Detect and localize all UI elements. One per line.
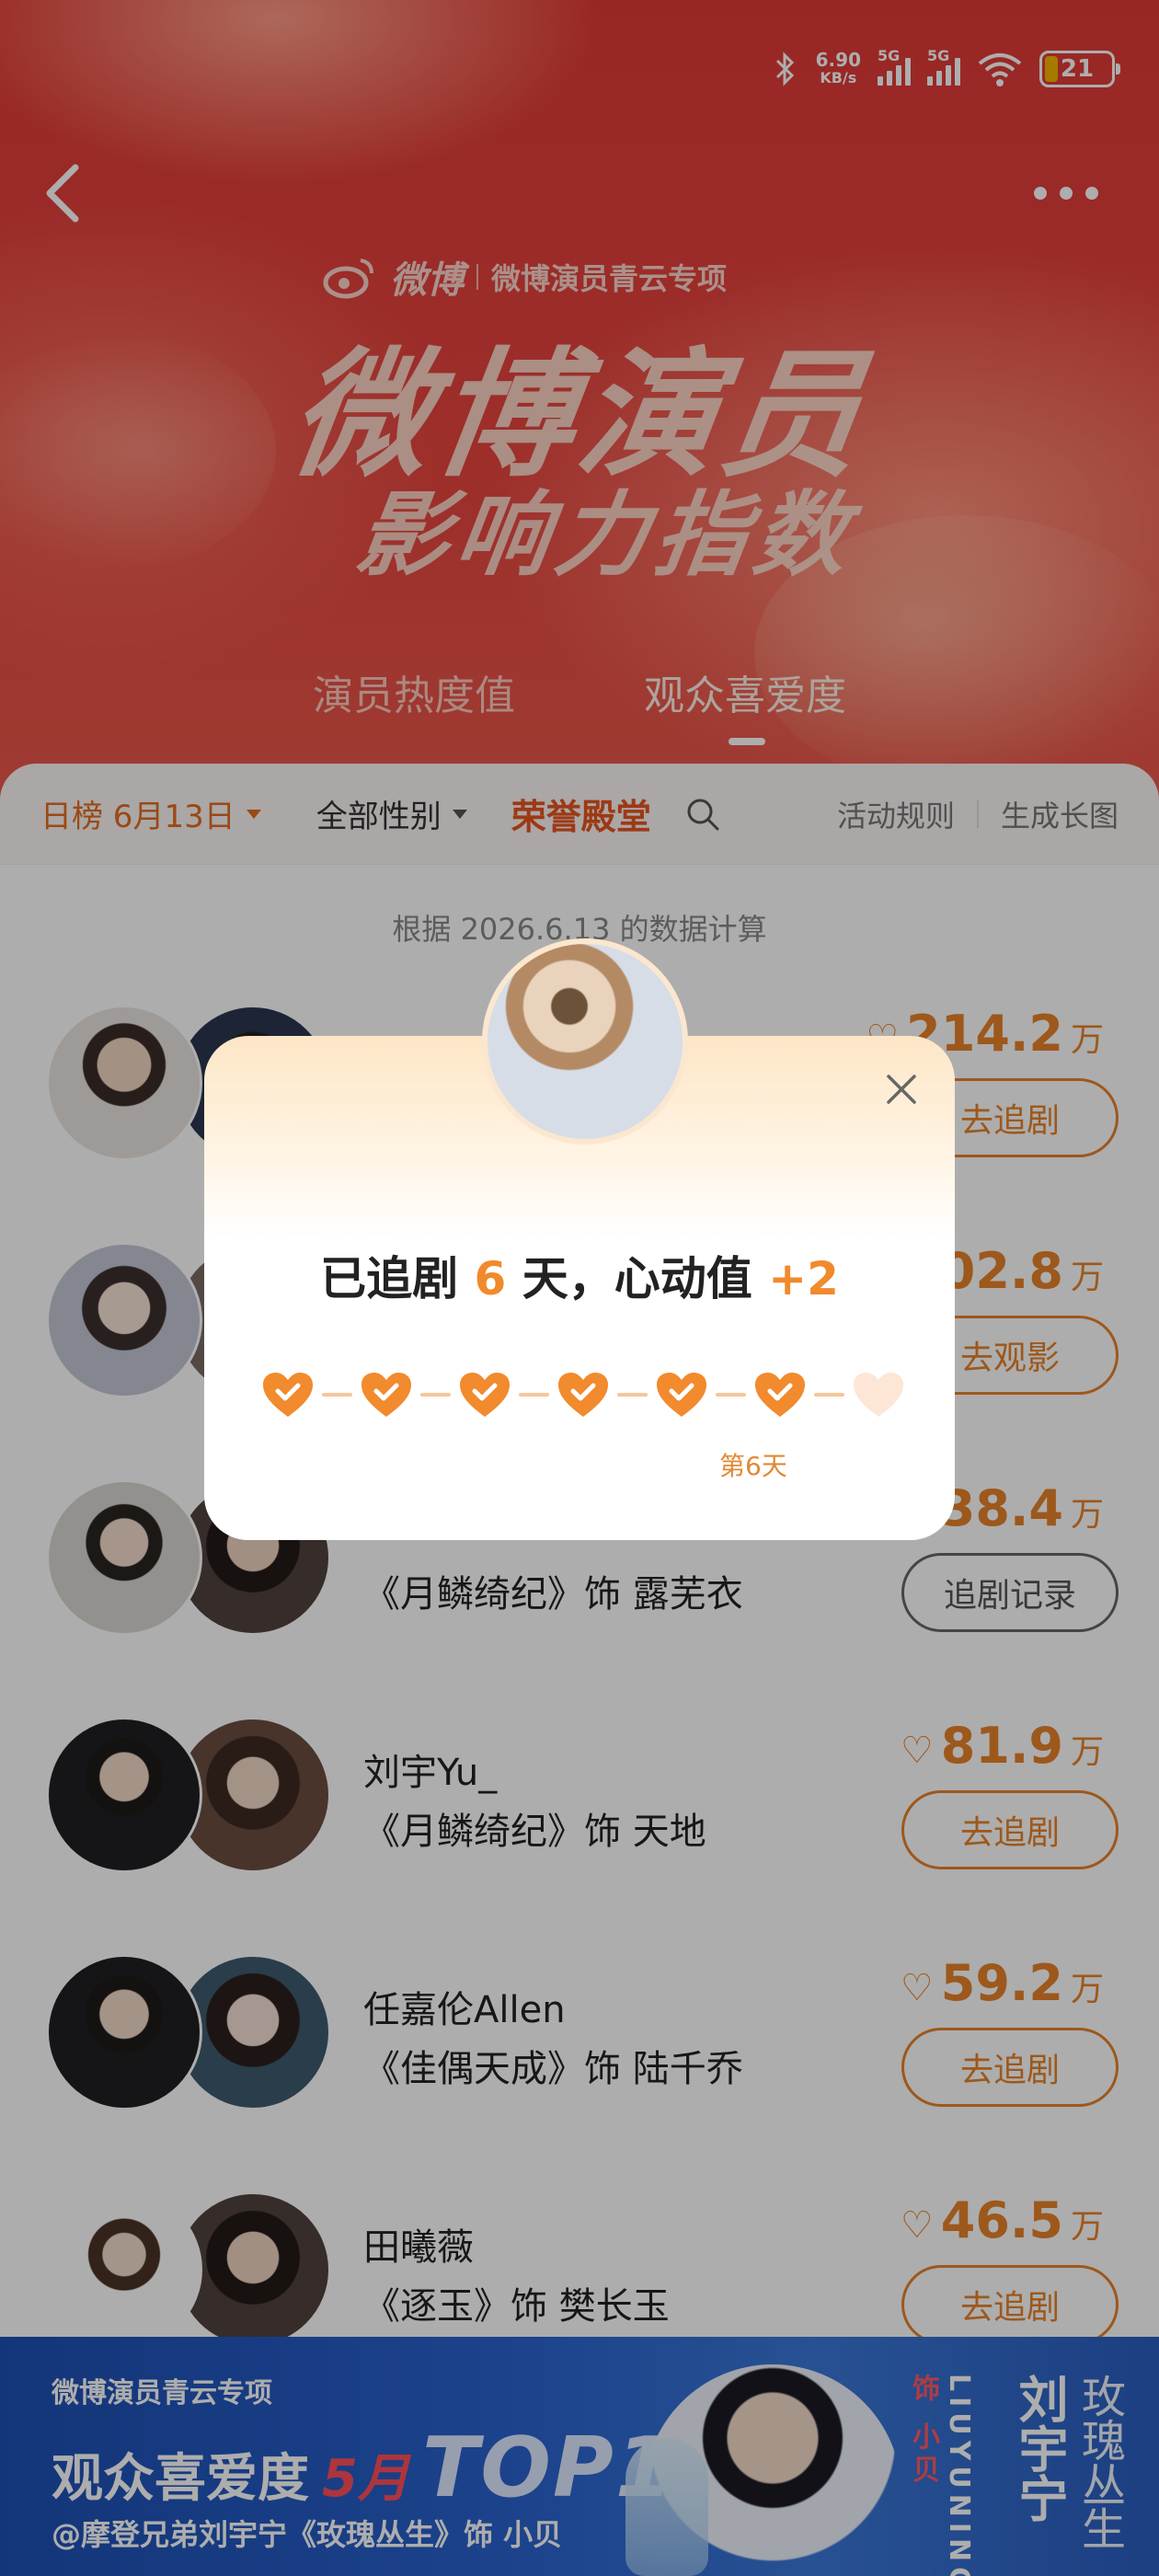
heart-checked-icon	[657, 1373, 706, 1417]
current-day-label: 第6天	[719, 1451, 787, 1481]
streak-connector	[322, 1393, 352, 1397]
popup-title: 已追剧 6 天，心动值 +2	[204, 1242, 955, 1308]
heart-checked-icon	[558, 1373, 608, 1417]
heart-bonus: +2	[768, 1252, 839, 1305]
heart-checked-icon	[263, 1373, 313, 1417]
heart-checked-icon	[460, 1373, 510, 1417]
streak-days: 6	[474, 1252, 507, 1305]
streak-connector	[420, 1393, 451, 1397]
heart-checked-icon	[755, 1373, 805, 1417]
streak-progress	[261, 1369, 905, 1420]
close-icon[interactable]	[885, 1073, 918, 1106]
streak-connector	[519, 1393, 549, 1397]
streak-connector	[814, 1393, 844, 1397]
streak-connector	[716, 1393, 746, 1397]
popup-title-mid: 天，心动值	[522, 1252, 752, 1305]
streak-connector	[617, 1393, 648, 1397]
heart-checked-icon	[361, 1373, 411, 1417]
popup-title-prefix: 已追剧	[320, 1252, 459, 1305]
user-avatar	[482, 938, 688, 1144]
heart-empty-icon	[854, 1373, 903, 1417]
